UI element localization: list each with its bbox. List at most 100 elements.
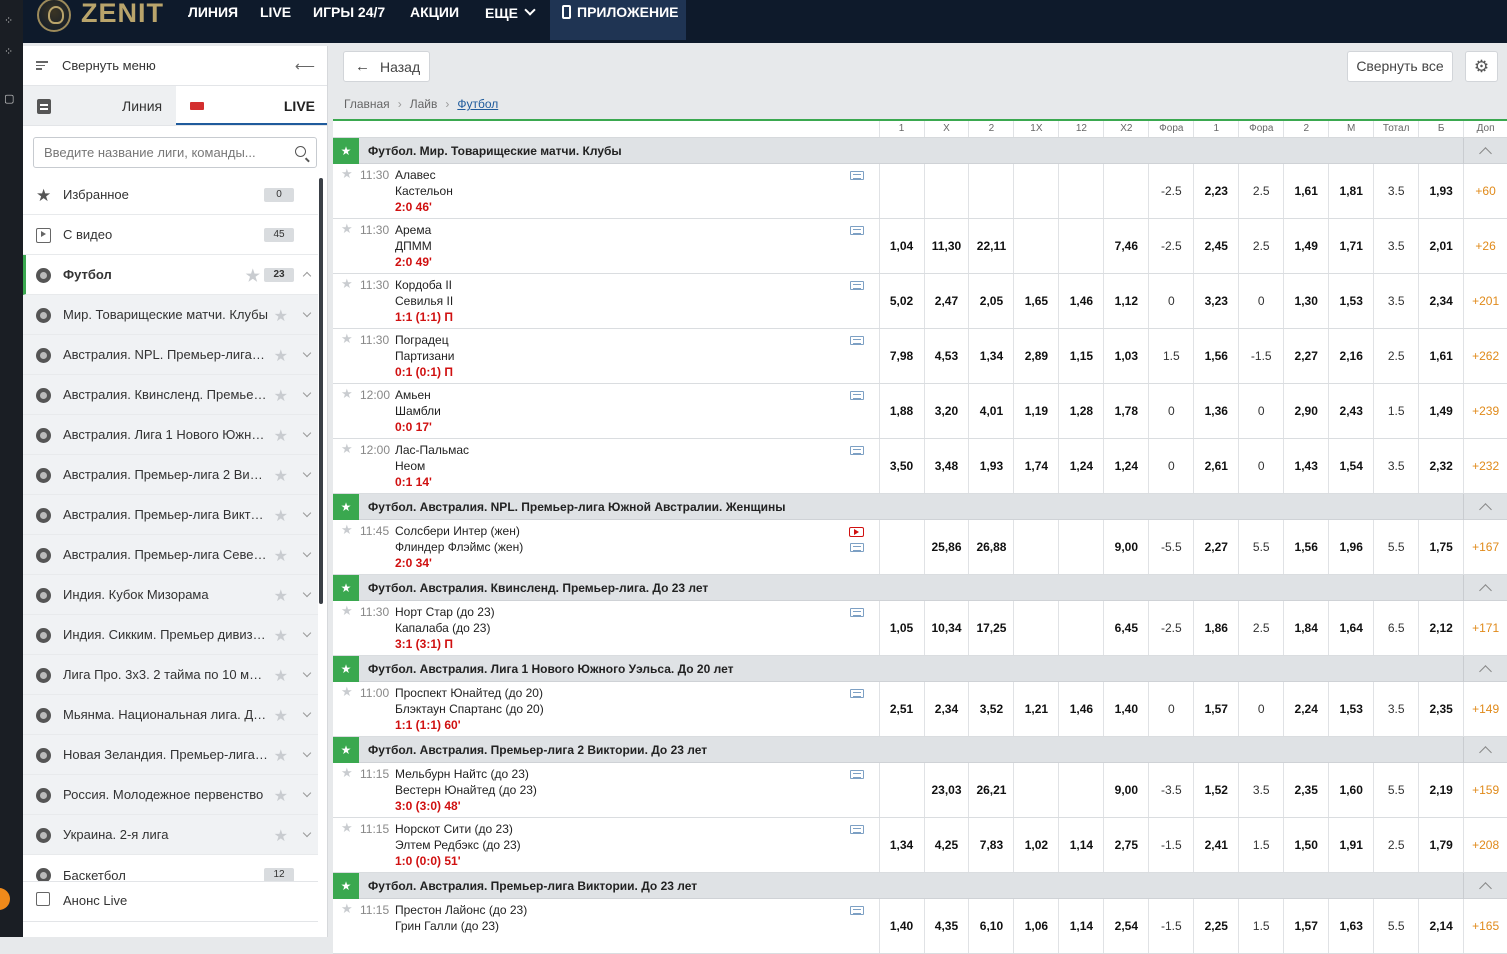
odds-cell[interactable]: 4,25 bbox=[923, 818, 969, 872]
odds-cell[interactable]: 1,14 bbox=[1058, 818, 1103, 872]
more-markets-link[interactable]: +171 bbox=[1463, 601, 1507, 655]
chevron-down-icon[interactable] bbox=[302, 588, 312, 598]
odds-cell[interactable]: 1,15 bbox=[1058, 329, 1103, 383]
odds-cell[interactable]: 1,34 bbox=[878, 818, 924, 872]
more-markets-link[interactable]: +60 bbox=[1463, 164, 1507, 218]
odds-cell[interactable]: 1,24 bbox=[1058, 439, 1103, 493]
odds-cell[interactable]: 1,24 bbox=[1103, 439, 1148, 493]
odds-cell[interactable]: 1,57 bbox=[1193, 682, 1238, 736]
favorite-star-icon[interactable]: ★ bbox=[341, 901, 353, 917]
odds-cell[interactable]: 1,43 bbox=[1283, 439, 1328, 493]
chevron-down-icon[interactable] bbox=[302, 468, 312, 478]
odds-cell[interactable]: 1,06 bbox=[1013, 899, 1058, 953]
more-markets-link[interactable]: +232 bbox=[1463, 439, 1507, 493]
nav-promo[interactable]: АКЦИИ bbox=[410, 0, 459, 26]
favorite-star-icon[interactable]: ★ bbox=[274, 506, 288, 526]
odds-cell[interactable] bbox=[1058, 219, 1103, 273]
odds-cell[interactable] bbox=[878, 164, 924, 218]
chevron-down-icon[interactable] bbox=[302, 428, 312, 438]
chevron-down-icon[interactable] bbox=[302, 388, 312, 398]
chevron-down-icon[interactable] bbox=[302, 788, 312, 798]
odds-cell[interactable]: 1,36 bbox=[1193, 384, 1238, 438]
odds-cell[interactable]: 1,46 bbox=[1058, 274, 1103, 328]
odds-cell[interactable]: 1,28 bbox=[1058, 384, 1103, 438]
match-info[interactable]: ★ 12:00 Амьен Шамбли 0:0 17' bbox=[333, 384, 879, 438]
favorite-star-icon[interactable]: ★ bbox=[341, 522, 353, 538]
favorite-star-icon[interactable]: ★ bbox=[274, 746, 288, 766]
odds-cell[interactable] bbox=[1013, 520, 1058, 574]
odds-cell[interactable] bbox=[923, 164, 969, 218]
collapse-menu-button[interactable]: Свернуть меню ⟵ bbox=[23, 46, 327, 86]
odds-cell[interactable]: 1,63 bbox=[1328, 899, 1373, 953]
favorite-star-icon[interactable]: ★ bbox=[333, 655, 359, 682]
sidebar-item-basketball[interactable]: Баскетбол 12 bbox=[23, 858, 318, 882]
league-group-header[interactable]: ★ Футбол. Австралия. NPL. Премьер-лига Юж… bbox=[333, 493, 1507, 520]
favorite-star-icon[interactable]: ★ bbox=[274, 786, 288, 806]
favorite-star-icon[interactable]: ★ bbox=[333, 736, 359, 763]
odds-cell[interactable]: 6,45 bbox=[1103, 601, 1148, 655]
favorite-star-icon[interactable]: ★ bbox=[274, 466, 288, 486]
odds-cell[interactable]: 2,16 bbox=[1328, 329, 1373, 383]
odds-cell[interactable]: 2,24 bbox=[1283, 682, 1328, 736]
sidebar-item[interactable]: Австралия. Премьер-лига 2 Виктории. До 2… bbox=[23, 455, 318, 495]
odds-cell[interactable]: 2,35 bbox=[1418, 682, 1463, 736]
statistics-icon[interactable] bbox=[850, 391, 864, 400]
sidebar-item[interactable]: Австралия. Лига 1 Нового Южного Уэльса. … bbox=[23, 415, 318, 455]
collapse-chevron-icon[interactable] bbox=[1463, 656, 1507, 682]
odds-cell[interactable] bbox=[1013, 219, 1058, 273]
odds-cell[interactable]: 1,40 bbox=[878, 899, 924, 953]
match-info[interactable]: ★ 12:00 Лас-Пальмас Неом 0:1 14' bbox=[333, 439, 879, 493]
odds-cell[interactable]: 1,57 bbox=[1283, 899, 1328, 953]
more-markets-link[interactable]: +201 bbox=[1463, 274, 1507, 328]
collapse-chevron-icon[interactable] bbox=[1463, 737, 1507, 763]
more-markets-link[interactable]: +262 bbox=[1463, 329, 1507, 383]
odds-cell[interactable]: 1,56 bbox=[1283, 520, 1328, 574]
league-group-header[interactable]: ★ Футбол. Мир. Товарищеские матчи. Клубы bbox=[333, 137, 1507, 164]
odds-cell[interactable]: 2,19 bbox=[1418, 763, 1463, 817]
match-info[interactable]: ★ 11:15 Норскот Сити (до 23) Элтем Редбэкс … bbox=[333, 818, 879, 872]
chevron-down-icon[interactable] bbox=[302, 348, 312, 358]
more-markets-link[interactable]: +239 bbox=[1463, 384, 1507, 438]
statistics-icon[interactable] bbox=[850, 171, 864, 180]
back-button[interactable]: ← Назад bbox=[343, 51, 430, 82]
odds-cell[interactable]: 2,90 bbox=[1283, 384, 1328, 438]
favorite-star-icon[interactable]: ★ bbox=[274, 626, 288, 646]
favorite-star-icon[interactable]: ★ bbox=[333, 137, 359, 164]
sidebar-item[interactable]: Украина. 2-я лига ★ bbox=[23, 815, 318, 855]
odds-cell[interactable]: 1,52 bbox=[1193, 763, 1238, 817]
odds-cell[interactable]: 2,61 bbox=[1193, 439, 1238, 493]
collapse-chevron-icon[interactable] bbox=[1463, 494, 1507, 520]
odds-cell[interactable]: 4,53 bbox=[923, 329, 969, 383]
video-icon[interactable] bbox=[849, 527, 864, 537]
match-info[interactable]: ★ 11:30 Арема ДПММ 2:0 49' bbox=[333, 219, 879, 273]
favorite-star-icon[interactable]: ★ bbox=[341, 820, 353, 836]
odds-cell[interactable]: 1,74 bbox=[1013, 439, 1058, 493]
odds-cell[interactable]: 2,14 bbox=[1418, 899, 1463, 953]
odds-cell[interactable]: 2,51 bbox=[878, 682, 924, 736]
odds-cell[interactable]: 2,45 bbox=[1193, 219, 1238, 273]
breadcrumb-home[interactable]: Главная bbox=[344, 97, 390, 111]
statistics-icon[interactable] bbox=[850, 770, 864, 779]
odds-cell[interactable]: 2,41 bbox=[1193, 818, 1238, 872]
odds-cell[interactable]: 1,75 bbox=[1418, 520, 1463, 574]
favorite-star-icon[interactable]: ★ bbox=[274, 346, 288, 366]
odds-cell[interactable]: 1,53 bbox=[1328, 682, 1373, 736]
sidebar-scrollbar[interactable] bbox=[319, 178, 323, 604]
odds-cell[interactable]: 1,21 bbox=[1013, 682, 1058, 736]
odds-cell[interactable]: 22,11 bbox=[968, 219, 1013, 273]
odds-cell[interactable] bbox=[1058, 164, 1103, 218]
odds-cell[interactable]: 26,21 bbox=[968, 763, 1013, 817]
odds-cell[interactable]: 3,20 bbox=[923, 384, 969, 438]
odds-cell[interactable]: 2,05 bbox=[968, 274, 1013, 328]
odds-cell[interactable] bbox=[968, 164, 1013, 218]
sidebar-item[interactable]: Футбол 23 ★ bbox=[23, 255, 318, 295]
favorite-star-icon[interactable]: ★ bbox=[274, 666, 288, 686]
tab-liniya[interactable]: Линия bbox=[23, 86, 176, 125]
odds-cell[interactable]: 1,46 bbox=[1058, 682, 1103, 736]
chevron-down-icon[interactable] bbox=[302, 748, 312, 758]
favorite-star-icon[interactable]: ★ bbox=[341, 386, 353, 402]
odds-cell[interactable]: 25,86 bbox=[923, 520, 969, 574]
statistics-icon[interactable] bbox=[850, 226, 864, 235]
odds-cell[interactable]: 5,02 bbox=[878, 274, 924, 328]
odds-cell[interactable]: 2,47 bbox=[923, 274, 969, 328]
